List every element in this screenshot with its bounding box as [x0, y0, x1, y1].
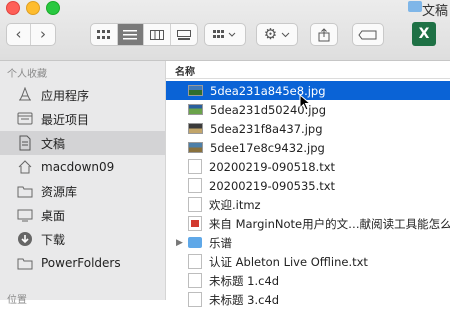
text-file-icon: [188, 159, 202, 174]
list-view-button[interactable]: [117, 24, 144, 45]
sidebar-item-downloads[interactable]: 下载: [0, 227, 165, 251]
downloads-icon: [16, 231, 34, 247]
gallery-view-button[interactable]: [171, 24, 197, 45]
sidebar: 个人收藏 应用程序 最近项目 文稿 macdown09 资源库 桌面 下载 Po…: [0, 61, 166, 306]
list-item[interactable]: 来自 MarginNote用户的文…献阅读工具能怎么: [166, 214, 450, 233]
sidebar-item-applications[interactable]: 应用程序: [0, 83, 165, 107]
folder-icon: [408, 1, 422, 12]
grid-icon: [96, 29, 110, 39]
sidebar-item-documents[interactable]: 文稿: [0, 131, 165, 155]
image-file-icon: [188, 142, 203, 153]
image-file-icon: [188, 123, 203, 134]
list-item[interactable]: 5dee17e8c9432.jpg: [166, 138, 450, 157]
list-icon: [123, 29, 138, 39]
columns-icon: [149, 29, 164, 40]
gear-icon: ⚙: [263, 25, 278, 43]
sidebar-header-locations: 位置: [7, 295, 27, 306]
list-item[interactable]: 未标题 1.c4d: [166, 271, 450, 290]
mouse-pointer-icon: [299, 94, 311, 111]
chevron-right-icon: ›: [40, 25, 46, 43]
group-by-button[interactable]: [204, 23, 246, 46]
share-button[interactable]: [310, 23, 338, 46]
window-title: 文稿: [421, 4, 448, 19]
text-file-icon: [188, 254, 202, 269]
sidebar-item-label: 下载: [41, 232, 66, 247]
folder-icon: [188, 237, 202, 248]
sidebar-item-desktop[interactable]: 桌面: [0, 203, 165, 227]
sidebar-header-favorites: 个人收藏: [7, 69, 47, 80]
group-icon: [213, 29, 236, 38]
documents-icon: [16, 135, 34, 151]
chevron-left-icon: ‹: [15, 25, 22, 43]
file-name: 认证 Ableton Live Offline.txt: [209, 254, 368, 269]
sidebar-item-label: macdown09: [41, 160, 115, 174]
excel-icon[interactable]: X: [412, 22, 436, 46]
file-name: 20200219-090518.txt: [209, 159, 336, 174]
sidebar-item-recents[interactable]: 最近项目: [0, 107, 165, 131]
text-file-icon: [188, 178, 202, 193]
image-file-icon: [188, 104, 203, 115]
gallery-icon: [176, 29, 191, 40]
file-name: 欢迎.itmz: [209, 197, 261, 212]
file-name: 未标题 1.c4d: [209, 273, 280, 288]
home-icon: [16, 159, 34, 175]
file-name: 乐谱: [209, 235, 232, 250]
sidebar-item-label: 应用程序: [41, 88, 90, 103]
tags-button[interactable]: [352, 23, 384, 46]
pdf-file-icon: [187, 216, 202, 231]
icon-view-button[interactable]: [91, 24, 118, 45]
chevron-down-icon: [281, 32, 290, 37]
zoom-window-button[interactable]: [46, 1, 60, 15]
column-header-name[interactable]: 名称: [166, 61, 450, 79]
column-view-button[interactable]: [144, 24, 171, 45]
forward-button[interactable]: ›: [31, 24, 55, 45]
back-forward-group: ‹ ›: [6, 23, 56, 46]
sidebar-item-label: PowerFolders: [41, 256, 121, 270]
list-item[interactable]: 认证 Ableton Live Offline.txt: [166, 252, 450, 271]
sidebar-item-home[interactable]: macdown09: [0, 155, 165, 179]
list-item[interactable]: 20200219-090535.txt: [166, 176, 450, 195]
list-item[interactable]: 20200219-090518.txt: [166, 157, 450, 176]
sidebar-item-label: 资源库: [41, 184, 78, 199]
close-window-button[interactable]: [6, 1, 20, 15]
recents-icon: [16, 111, 34, 127]
document-file-icon: [188, 273, 202, 288]
view-mode-group: [90, 23, 198, 46]
tag-icon: [358, 30, 377, 39]
sidebar-item-label: 桌面: [41, 208, 66, 223]
sidebar-item-label: 文稿: [41, 136, 66, 151]
action-menu-button[interactable]: ⚙: [256, 23, 298, 46]
apps-icon: [16, 87, 34, 103]
file-name: 来自 MarginNote用户的文…献阅读工具能怎么: [208, 216, 450, 231]
image-file-icon: [188, 85, 203, 96]
sidebar-item-label: 最近项目: [41, 112, 90, 127]
file-name: 20200219-090535.txt: [209, 178, 336, 193]
list-item[interactable]: ▶ 乐谱: [166, 233, 450, 252]
column-header-label: 名称: [175, 67, 195, 78]
document-file-icon: [188, 197, 202, 212]
sidebar-item-powerfolders[interactable]: PowerFolders: [0, 251, 165, 275]
folder-icon: [16, 255, 34, 271]
minimize-window-button[interactable]: [26, 1, 40, 15]
share-icon: [318, 27, 330, 41]
disclosure-triangle-icon[interactable]: ▶: [176, 238, 188, 248]
list-item[interactable]: 5dea231f8a437.jpg: [166, 119, 450, 138]
list-item[interactable]: 欢迎.itmz: [166, 195, 450, 214]
desktop-icon: [16, 207, 34, 223]
back-button[interactable]: ‹: [7, 24, 31, 45]
sidebar-item-library[interactable]: 资源库: [0, 179, 165, 203]
file-name: 5dee17e8c9432.jpg: [210, 140, 325, 155]
folder-icon: [16, 183, 34, 199]
file-name: 5dea231f8a437.jpg: [210, 121, 323, 136]
window-toolbar: 文稿 ‹ › ⚙ X: [0, 0, 450, 61]
